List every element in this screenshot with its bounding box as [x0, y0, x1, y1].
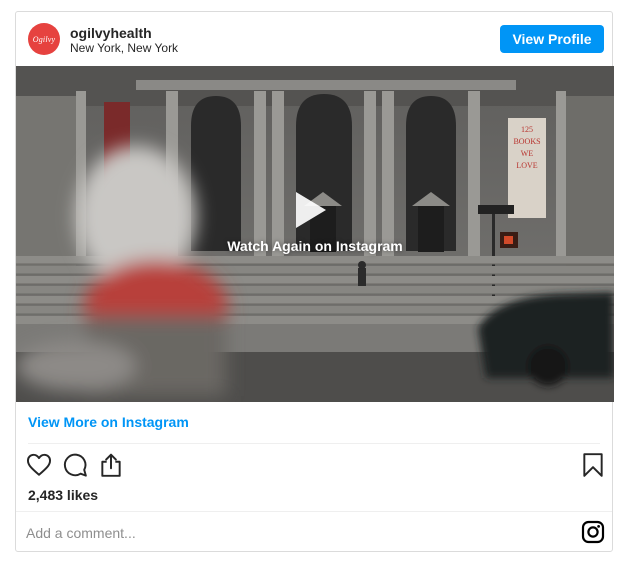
post-header: Ogilvy ogilvyhealth New York, New York V…	[16, 12, 612, 66]
share-icon[interactable]	[98, 452, 124, 478]
video-frame: 125 BOOKS WE LOVE	[16, 66, 614, 402]
instagram-icon[interactable]	[581, 520, 605, 544]
action-bar	[16, 452, 612, 480]
video-player[interactable]: 125 BOOKS WE LOVE Watch Again on Instagr…	[16, 66, 614, 402]
username[interactable]: ogilvyhealth	[70, 25, 152, 41]
comment-icon[interactable]	[62, 452, 88, 478]
heart-icon[interactable]	[26, 452, 52, 478]
comment-input[interactable]	[26, 522, 566, 544]
view-profile-button[interactable]: View Profile	[500, 25, 604, 53]
instagram-embed-card: Ogilvy ogilvyhealth New York, New York V…	[15, 11, 614, 552]
watch-again-link[interactable]: Watch Again on Instagram	[16, 238, 614, 254]
divider	[28, 443, 600, 444]
banner-line: LOVE	[516, 161, 537, 170]
play-icon[interactable]	[290, 190, 330, 230]
avatar[interactable]: Ogilvy	[28, 23, 60, 55]
like-count[interactable]: 2,483 likes	[28, 487, 98, 503]
banner-line: BOOKS	[513, 137, 540, 146]
avatar-logo-text: Ogilvy	[32, 34, 56, 44]
view-more-link[interactable]: View More on Instagram	[28, 414, 189, 430]
banner-line: WE	[521, 149, 534, 158]
location[interactable]: New York, New York	[70, 41, 178, 55]
bookmark-icon[interactable]	[580, 452, 606, 478]
divider	[16, 511, 612, 512]
banner-line: 125	[521, 125, 533, 134]
